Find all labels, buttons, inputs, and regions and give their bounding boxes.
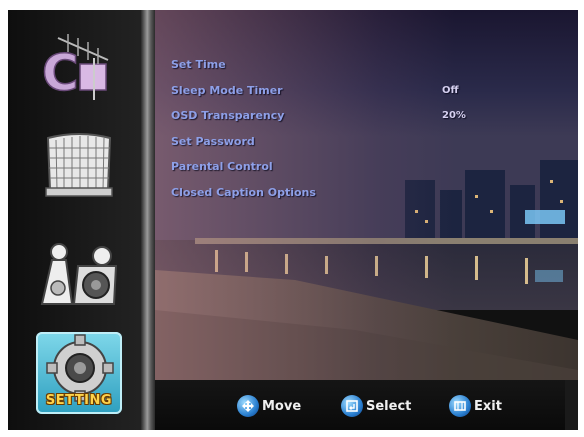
menu-icon [449,395,471,417]
right-edge [565,380,578,430]
sidebar-item-antenna[interactable]: C [38,30,120,104]
select-label: Select [366,398,412,414]
select-hint[interactable]: Select [341,394,411,418]
menu-item-label: Parental Control [171,160,273,173]
move-arrows-icon [237,395,259,417]
exit-hint[interactable]: Exit [449,394,502,418]
svg-text:C: C [42,44,79,102]
menu-item-set-time[interactable]: Set Time [171,52,471,78]
menu-item-value: Off [442,84,459,96]
sidebar-item-setting[interactable]: SETTING [36,332,122,414]
menu-item-label: Sleep Mode Timer [171,83,283,97]
menu-item-sleep-mode-timer[interactable]: Sleep Mode Timer Off [171,78,471,104]
menu-item-value: 20% [442,110,466,121]
sidebar: C SETTING [8,10,146,430]
settings-menu: Set Time Sleep Mode Timer Off OSD Transp… [171,52,471,205]
sidebar-item-audio[interactable] [38,238,120,312]
menu-item-osd-transparency[interactable]: OSD Transparency 20% [171,103,471,129]
move-hint[interactable]: Move [237,394,301,418]
menu-item-parental-control[interactable]: Parental Control [171,154,471,180]
button-hint-bar: Move Select Exit [155,380,565,430]
sidebar-item-picture[interactable] [38,128,120,202]
menu-item-closed-caption-options[interactable]: Closed Caption Options [171,180,471,206]
move-label: Move [262,398,302,414]
menu-item-set-password[interactable]: Set Password [171,129,471,155]
tv-osd-screen: C SETTING Set Time Sleep Mode Timer Off … [8,10,578,430]
speakers-icon [40,243,118,305]
antenna-icon: C [41,34,109,103]
menu-item-label: Closed Caption Options [171,185,316,199]
screen-grid-icon [45,133,113,197]
setting-label: SETTING [45,393,113,408]
menu-item-label: Set Password [171,134,255,148]
menu-item-label: Set Time [171,58,226,71]
background-night-scene: Set Time Sleep Mode Timer Off OSD Transp… [155,10,578,430]
exit-label: Exit [474,398,502,414]
menu-item-label: OSD Transparency [171,109,285,122]
enter-icon [341,395,363,417]
sidebar-divider [141,10,155,430]
